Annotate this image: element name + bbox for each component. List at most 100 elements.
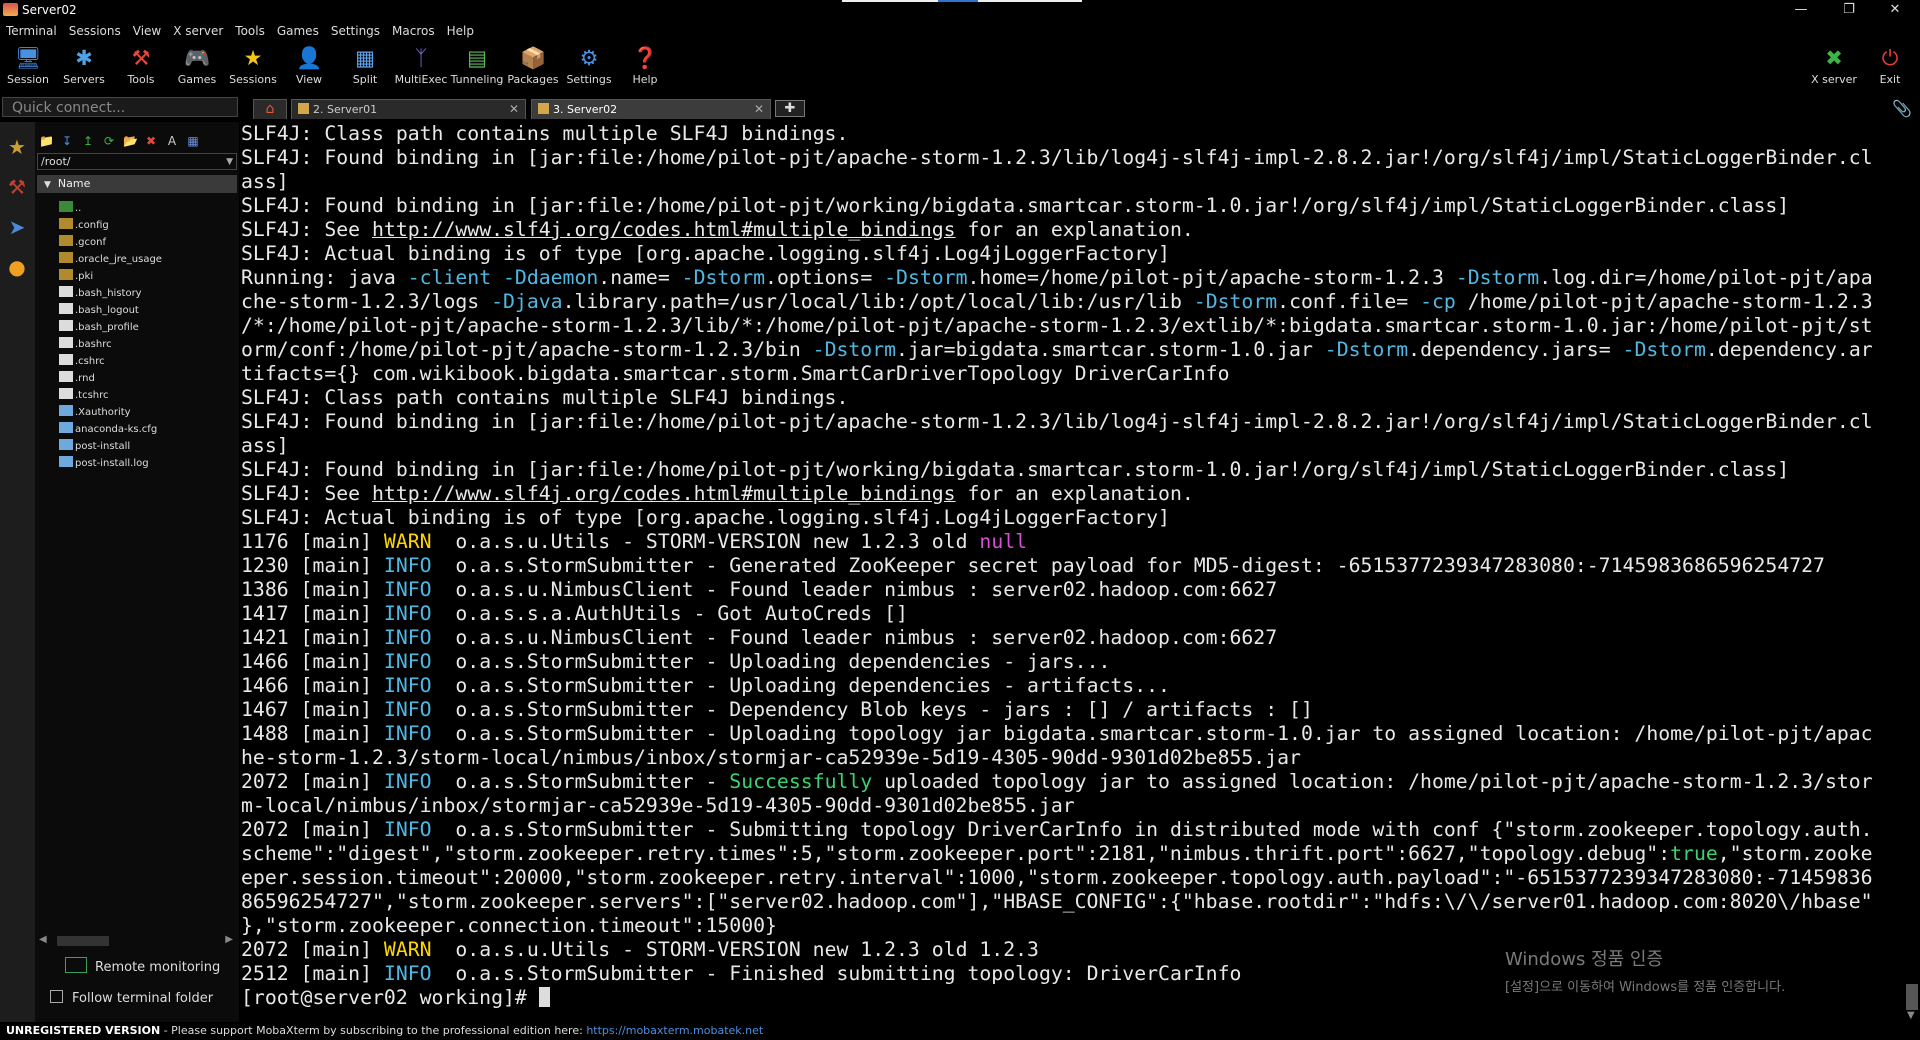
menu-tools[interactable]: Tools <box>229 21 271 38</box>
window-title: Server02 <box>22 3 77 17</box>
scroll-right-icon[interactable]: ▶ <box>225 934 233 945</box>
terminal-text: .dependency.jars= <box>1408 338 1623 361</box>
sftp-icon[interactable]: ● <box>2 250 32 284</box>
follow-terminal-folder-checkbox[interactable]: Follow terminal folder <box>50 990 213 1006</box>
file-list-item[interactable]: .bash_history <box>59 285 162 302</box>
chevron-down-icon[interactable]: ▼ <box>226 154 233 170</box>
file-tree-header[interactable]: ▼ Name <box>37 175 237 193</box>
exit-button[interactable]: ⏻ Exit <box>1862 43 1918 91</box>
servers-button[interactable]: ✱ Servers <box>56 43 112 91</box>
windows-activation-watermark: Windows 정품 인증 [설정]으로 이동하여 Windows를 정품 인증… <box>1505 945 1785 995</box>
terminal-text: SLF4J: Actual binding is of type [org.ap… <box>241 506 1170 529</box>
terminal-text: },"storm.zookeeper.connection.timeout":1… <box>241 914 777 937</box>
file-list-item[interactable]: .bash_logout <box>59 302 162 319</box>
quick-connect-input[interactable]: Quick connect... <box>2 97 238 117</box>
status-bar: UNREGISTERED VERSION - Please support Mo… <box>0 1022 1920 1040</box>
menu-x-server[interactable]: X server <box>167 21 229 38</box>
tools-icon[interactable]: ⚒ <box>2 170 32 204</box>
minimize-button[interactable]: — <box>1778 0 1824 21</box>
x-server-button[interactable]: ✖ X server <box>1806 43 1862 91</box>
terminal-output[interactable]: SLF4J: Class path contains multiple SLF4… <box>241 122 1904 1022</box>
menu-sessions[interactable]: Sessions <box>63 21 127 38</box>
send-icon[interactable]: ➤ <box>2 210 32 244</box>
restore-button[interactable]: ❐ <box>1826 0 1872 21</box>
new-tab-button[interactable]: ✚ <box>775 100 805 117</box>
close-window-button[interactable]: ✕ <box>1872 0 1918 21</box>
terminal-text: SLF4J: See <box>241 218 373 241</box>
terminal-text: 1417 [main] <box>241 602 384 625</box>
file-list-item[interactable]: .rnd <box>59 370 162 387</box>
scroll-left-icon[interactable]: ◀ <box>39 934 47 945</box>
properties-icon[interactable]: ▦ <box>186 134 200 148</box>
terminal-vertical-scrollbar[interactable]: ▼ <box>1904 122 1920 1022</box>
mobatek-link[interactable]: https://mobaxterm.mobatek.net <box>586 1024 763 1037</box>
terminal-text: 1386 [main] <box>241 578 384 601</box>
file-list-item[interactable]: .cshrc <box>59 353 162 370</box>
terminal-line: SLF4J: Found binding in [jar:file:/home/… <box>241 146 1904 170</box>
terminal-link[interactable]: http://www.slf4j.org/codes.html#multiple… <box>372 218 956 241</box>
path-input[interactable]: /root/▼ <box>37 153 237 170</box>
terminal-link[interactable]: http://www.slf4j.org/codes.html#multiple… <box>372 482 956 505</box>
terminal-text: 1467 [main] <box>241 698 384 721</box>
sessions-button[interactable]: ★ Sessions <box>225 43 281 91</box>
upload-icon[interactable]: ↥ <box>81 134 95 148</box>
new-folder-icon[interactable]: 📁 <box>39 134 54 148</box>
menu-terminal[interactable]: Terminal <box>0 21 63 38</box>
title-progress-line <box>842 0 1082 2</box>
status-text: - Please support MobaXterm by subscribin… <box>160 1024 587 1037</box>
download-icon[interactable]: ↧ <box>60 134 74 148</box>
file-list-item[interactable]: anaconda-ks.cfg <box>59 421 162 438</box>
tunneling-button[interactable]: ▤ Tunneling <box>449 43 505 91</box>
close-tab-icon[interactable]: ✕ <box>509 100 519 119</box>
terminal-text: WARN <box>383 530 432 553</box>
checkbox[interactable] <box>50 990 63 1003</box>
scroll-down-icon[interactable]: ▼ <box>1907 1010 1915 1021</box>
view-button[interactable]: 👤 View <box>281 43 337 91</box>
multiexec-button[interactable]: ᛉ MultiExec <box>393 43 449 91</box>
terminal-text: SLF4J: Found binding in [jar:file:/home/… <box>241 458 1790 481</box>
settings-button[interactable]: ⚙ Settings <box>561 43 617 91</box>
scroll-thumb[interactable] <box>1906 984 1918 1010</box>
tab-server02[interactable]: 3. Server02 ✕ <box>531 99 771 119</box>
tab-server01[interactable]: 2. Server01 ✕ <box>291 99 526 119</box>
file-list-item[interactable]: .. <box>59 200 162 217</box>
terminal-text: /*:/home/pilot-pjt/apache-storm-1.2.3/li… <box>241 314 1873 337</box>
terminal-line: SLF4J: Class path contains multiple SLF4… <box>241 122 1904 146</box>
refresh-icon[interactable]: ⟳ <box>102 134 116 148</box>
file-list-item[interactable]: .gconf <box>59 234 162 251</box>
remote-monitoring-button[interactable]: Remote monitoring <box>65 957 220 975</box>
terminal-line: SLF4J: See http://www.slf4j.org/codes.ht… <box>241 482 1904 506</box>
delete-icon[interactable]: ✖ <box>144 134 158 148</box>
file-list-item[interactable]: .oracle_jre_usage <box>59 251 162 268</box>
scroll-thumb[interactable] <box>57 936 109 946</box>
rename-icon[interactable]: A <box>165 134 179 148</box>
help-button[interactable]: ❓ Help <box>617 43 673 91</box>
menu-view[interactable]: View <box>127 21 167 38</box>
menu-macros[interactable]: Macros <box>386 21 441 38</box>
folder-open-icon[interactable]: 📂 <box>123 134 138 148</box>
packages-button[interactable]: 📦 Packages <box>505 43 561 91</box>
paperclip-icon[interactable]: 📎 <box>1892 99 1912 118</box>
terminal-text: 86596254727","storm.zookeeper.servers":[… <box>241 890 1873 913</box>
menu-help[interactable]: Help <box>441 21 480 38</box>
star-icon[interactable]: ★ <box>2 130 32 164</box>
file-list-item[interactable]: .tcshrc <box>59 387 162 404</box>
menu-settings[interactable]: Settings <box>325 21 386 38</box>
servers-icon: ✱ <box>75 46 93 70</box>
split-button[interactable]: ▦ Split <box>337 43 393 91</box>
file-list-item[interactable]: post-install.log <box>59 455 162 472</box>
file-list-item[interactable]: post-install <box>59 438 162 455</box>
file-list-item[interactable]: .config <box>59 217 162 234</box>
file-list-item[interactable]: .bashrc <box>59 336 162 353</box>
terminal-line: 1230 [main] INFO o.a.s.StormSubmitter - … <box>241 554 1904 578</box>
session-button[interactable]: 🖥 Session <box>0 43 56 91</box>
menu-games[interactable]: Games <box>271 21 325 38</box>
sidebar-horizontal-scrollbar[interactable]: ◀ ▶ <box>39 934 233 948</box>
file-list-item[interactable]: .Xauthority <box>59 404 162 421</box>
close-tab-icon[interactable]: ✕ <box>754 100 764 119</box>
tools-button[interactable]: ⚒ Tools <box>113 43 169 91</box>
home-tab[interactable]: ⌂ <box>253 99 287 119</box>
file-list-item[interactable]: .pki <box>59 268 162 285</box>
games-button[interactable]: 🎮 Games <box>169 43 225 91</box>
file-list-item[interactable]: .bash_profile <box>59 319 162 336</box>
